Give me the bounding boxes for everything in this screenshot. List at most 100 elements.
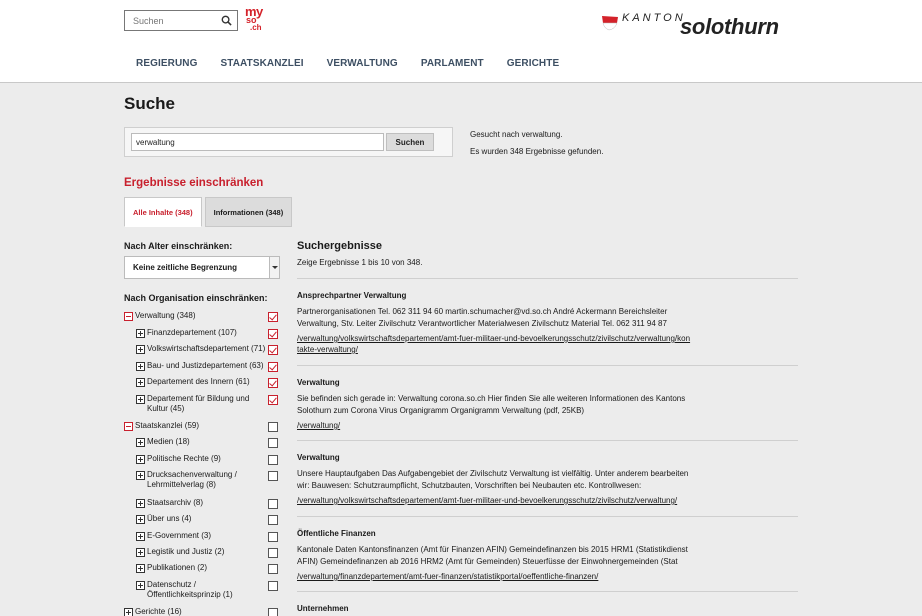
expand-icon[interactable]: [136, 471, 145, 480]
org-filter-checkbox[interactable]: [268, 471, 278, 481]
site-search-box[interactable]: [124, 10, 238, 31]
result-link-line2[interactable]: takte-verwaltung/: [297, 344, 697, 355]
org-filter-item[interactable]: Staatskanzlei (59): [135, 421, 199, 431]
search-info-query: Gesucht nach verwaltung.: [470, 130, 563, 139]
org-filter-item[interactable]: Datenschutz / Öffentlichkeitsprinzip (1): [147, 580, 233, 600]
result-link[interactable]: /verwaltung/volkswirtschaftsdepartement/…: [297, 495, 697, 506]
org-filter-checkbox[interactable]: [268, 438, 278, 448]
org-filter-item[interactable]: Finanzdepartement (107): [147, 328, 237, 338]
org-filter-item[interactable]: Departement für Bildung und Kultur (45): [147, 394, 249, 414]
expand-icon[interactable]: [136, 532, 145, 541]
collapse-icon[interactable]: [124, 312, 133, 321]
nav-parlament[interactable]: PARLAMENT: [421, 58, 484, 72]
org-filter-checkbox[interactable]: [268, 312, 278, 322]
org-filter-item[interactable]: Verwaltung (348): [135, 311, 195, 321]
search-submit-button[interactable]: Suchen: [386, 133, 434, 151]
expand-icon[interactable]: [136, 329, 145, 338]
result-snippet-line2: Solothurn zum Corona Virus Organigramm O…: [297, 406, 585, 415]
org-filter-label: Drucksachenverwaltung /: [147, 470, 237, 479]
solothurn-flag-icon: [602, 16, 618, 31]
expand-icon[interactable]: [136, 378, 145, 387]
org-filter-checkbox[interactable]: [268, 564, 278, 574]
org-filter-checkbox[interactable]: [268, 329, 278, 339]
org-filter-checkbox[interactable]: [268, 581, 278, 591]
org-filter-label: Staatskanzlei (59): [135, 421, 200, 430]
result-title: Verwaltung: [297, 453, 340, 462]
org-filter-label: Bau- und Justizdepartement (63): [147, 361, 264, 370]
org-filter-item[interactable]: Legistik und Justiz (2): [147, 547, 224, 557]
org-filter-checkbox[interactable]: [268, 422, 278, 432]
divider: [297, 440, 798, 441]
org-filter-checkbox[interactable]: [268, 532, 278, 542]
expand-icon[interactable]: [136, 438, 145, 447]
org-filter-item[interactable]: Gerichte (16): [135, 607, 182, 616]
expand-icon[interactable]: [136, 548, 145, 557]
org-filter-checkbox[interactable]: [268, 362, 278, 372]
result-title: Öffentliche Finanzen: [297, 529, 376, 538]
logo-kanton-text: KANTON: [622, 12, 686, 24]
org-filter-checkbox[interactable]: [268, 345, 278, 355]
org-filter-checkbox[interactable]: [268, 608, 278, 616]
age-filter-select[interactable]: Keine zeitliche Begrenzung: [124, 256, 280, 279]
org-filter-label: Finanzdepartement (107): [147, 328, 237, 337]
tab-alle-inhalte[interactable]: Alle Inhalte (348): [124, 197, 202, 227]
org-filter-item[interactable]: Medien (18): [147, 437, 190, 447]
org-filter-label: Publikationen (2): [147, 563, 208, 572]
org-filter-item[interactable]: Bau- und Justizdepartement (63): [147, 361, 264, 371]
nav-staatskanzlei[interactable]: STAATSKANZLEI: [220, 58, 303, 72]
chevron-down-icon[interactable]: [269, 257, 279, 278]
expand-icon[interactable]: [136, 455, 145, 464]
org-filter-item[interactable]: Über uns (4): [147, 514, 191, 524]
expand-icon[interactable]: [136, 581, 145, 590]
org-filter-label: Legistik und Justiz (2): [147, 547, 225, 556]
result-link[interactable]: /verwaltung/: [297, 420, 697, 431]
myso-logo[interactable]: my so .ch: [245, 4, 269, 33]
org-filter-item[interactable]: Staatsarchiv (8): [147, 498, 203, 508]
org-filter-checkbox[interactable]: [268, 548, 278, 558]
site-search-input[interactable]: [125, 11, 217, 31]
org-filter-item[interactable]: Publikationen (2): [147, 563, 207, 573]
age-filter-heading: Nach Alter einschränken:: [124, 241, 233, 251]
org-filter-item[interactable]: Politische Rechte (9): [147, 454, 221, 464]
result-snippet: Unsere Hauptaufgaben Das Aufgabengebiet …: [297, 469, 689, 478]
org-filter-label: Medien (18): [147, 437, 190, 446]
nav-regierung[interactable]: REGIERUNG: [136, 58, 197, 72]
expand-icon[interactable]: [136, 564, 145, 573]
org-filter-checkbox[interactable]: [268, 499, 278, 509]
org-filter-checkbox[interactable]: [268, 515, 278, 525]
result-title: Unternehmen: [297, 604, 349, 613]
result-tabs: Alle Inhalte (348) Informationen (348): [124, 197, 295, 227]
result-link[interactable]: /verwaltung/finanzdepartement/amt-fuer-f…: [297, 571, 697, 582]
search-info-count: Es wurden 348 Ergebnisse gefunden.: [470, 147, 604, 156]
nav-verwaltung[interactable]: VERWALTUNG: [327, 58, 398, 72]
org-filter-item[interactable]: E-Government (3): [147, 531, 211, 541]
expand-icon[interactable]: [124, 608, 133, 616]
org-filter-checkbox[interactable]: [268, 378, 278, 388]
org-filter-label: Verwaltung (348): [135, 311, 196, 320]
expand-icon[interactable]: [136, 345, 145, 354]
search-query-input[interactable]: [131, 133, 384, 151]
org-filter-checkbox[interactable]: [268, 395, 278, 405]
expand-icon[interactable]: [136, 395, 145, 404]
collapse-icon[interactable]: [124, 422, 133, 431]
expand-icon[interactable]: [136, 499, 145, 508]
kanton-solothurn-logo[interactable]: KANTON solothurn: [601, 11, 801, 41]
org-filter-item[interactable]: Volkswirtschaftsdepartement (71): [147, 344, 265, 354]
tab-informationen[interactable]: Informationen (348): [204, 197, 293, 227]
org-filter-checkbox[interactable]: [268, 455, 278, 465]
site-header: my so .ch KANTON solothurn REGIERUNG STA…: [0, 0, 922, 83]
org-filter-label: Gerichte (16): [135, 607, 182, 616]
myso-logo-line3: .ch: [250, 23, 262, 32]
expand-icon[interactable]: [136, 515, 145, 524]
result-snippet-line2: Verwaltung, Stv. Leiter Zivilschutz Vera…: [297, 319, 667, 328]
result-snippet-line2: AFIN) Gemeindefinanzen ab 2016 HRM2 (Amt…: [297, 557, 678, 566]
search-icon[interactable]: [221, 15, 232, 26]
org-filter-item[interactable]: Departement des Innern (61): [147, 377, 250, 387]
nav-gerichte[interactable]: GERICHTE: [507, 58, 559, 72]
result-link[interactable]: /verwaltung/volkswirtschaftsdepartement/…: [297, 333, 697, 344]
org-filter-item[interactable]: Drucksachenverwaltung / Lehrmittelverlag …: [147, 470, 237, 490]
divider: [297, 591, 798, 592]
logo-solothurn-text: solothurn: [680, 14, 779, 39]
expand-icon[interactable]: [136, 362, 145, 371]
org-filter-label: Über uns (4): [147, 514, 192, 523]
